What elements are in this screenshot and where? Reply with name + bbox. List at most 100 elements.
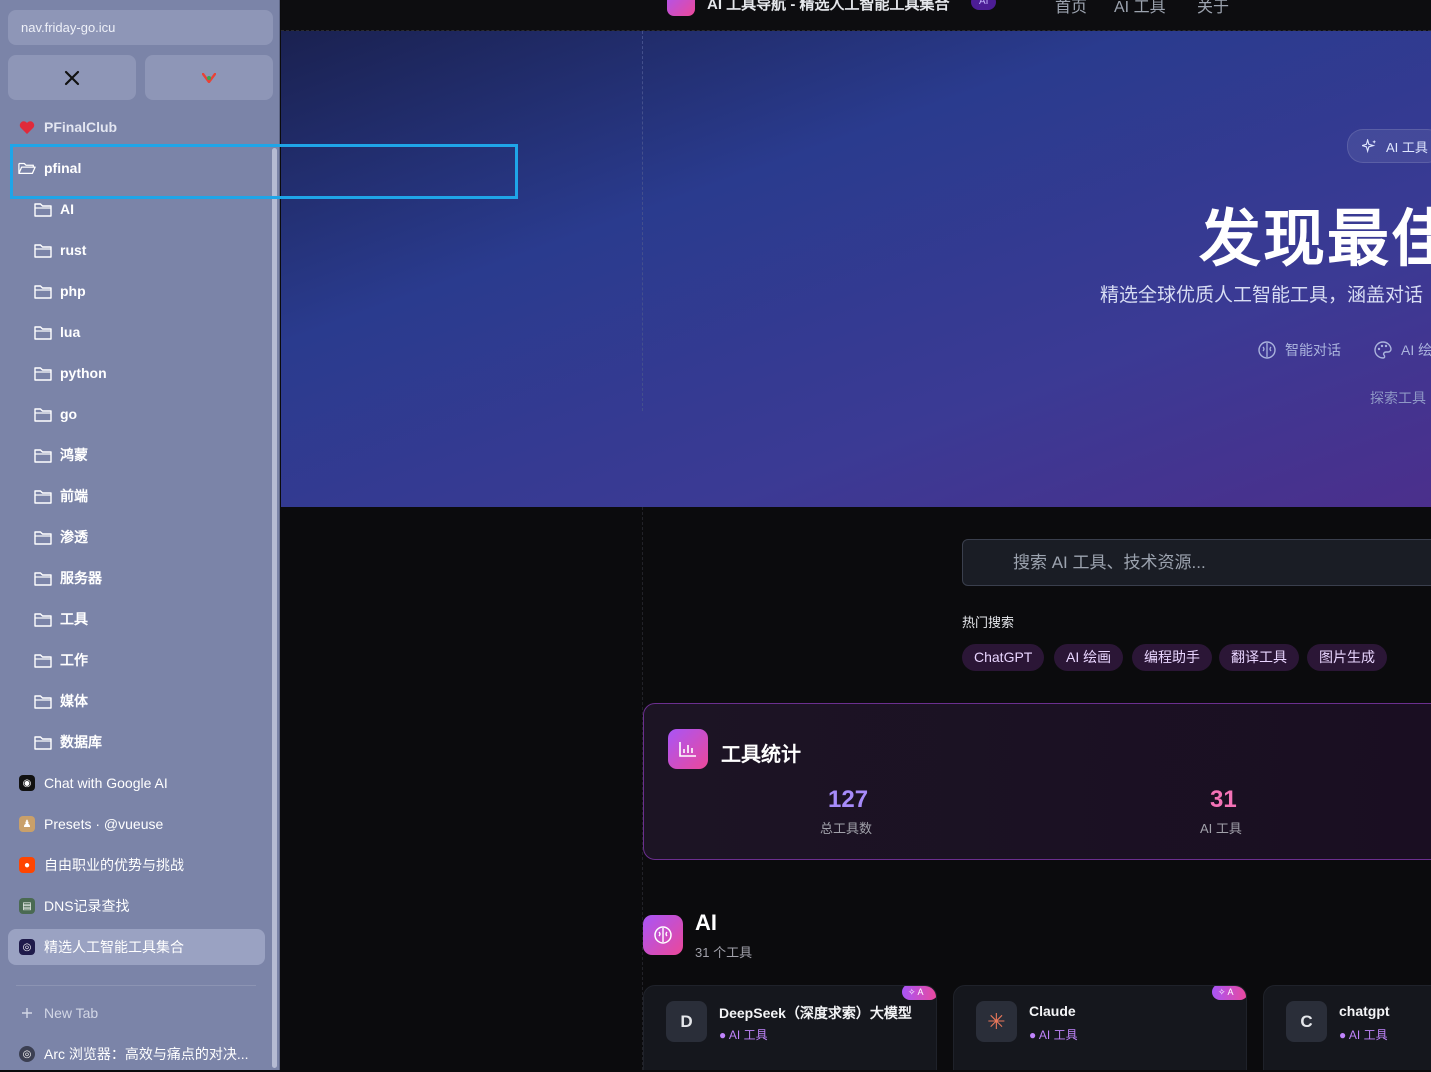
- tool-tag: ● AI 工具: [719, 1028, 768, 1042]
- url-bar[interactable]: nav.friday-go.icu: [8, 10, 273, 45]
- ai-badge: ✧ A: [902, 986, 936, 1000]
- category-count: 31 个工具: [695, 945, 753, 960]
- folder-icon: [34, 569, 52, 587]
- sidebar-subfolder[interactable]: rust: [8, 232, 265, 268]
- hot-search-chip[interactable]: 翻译工具: [1219, 644, 1299, 671]
- tool-card[interactable]: ✧ A D DeepSeek（深度求索）大模型 ● AI 工具: [643, 985, 937, 1070]
- tool-card[interactable]: C chatgpt ● AI 工具: [1263, 985, 1431, 1070]
- sidebar-tab-label: Presets · @vueuse: [44, 816, 164, 832]
- sidebar-subfolder-label: 前端: [60, 488, 88, 504]
- sidebar-tab[interactable]: ♟ Presets · @vueuse: [8, 806, 265, 842]
- search-input[interactable]: 搜索 AI 工具、技术资源...: [962, 539, 1431, 586]
- sidebar-tab-label: Arc 浏览器：高效与痛点的对决...: [44, 1046, 249, 1062]
- explore-tools-button[interactable]: 探索工具: [1370, 388, 1426, 408]
- folder-icon: [34, 446, 52, 464]
- hot-search-chip[interactable]: 图片生成: [1307, 644, 1387, 671]
- dns-icon: ▤: [18, 897, 36, 915]
- tool-avatar: C: [1286, 1001, 1327, 1042]
- hot-search-chip[interactable]: AI 绘画: [1054, 644, 1124, 671]
- sidebar-subfolder[interactable]: php: [8, 273, 265, 309]
- sidebar-tab[interactable]: ◎ 精选人工智能工具集合: [8, 929, 265, 965]
- sidebar-subfolder-label: 渗透: [60, 529, 88, 545]
- sidebar-subfolder[interactable]: go: [8, 396, 265, 432]
- top-navigation: AI 工具导航 - 精选人工智能工具集合 AI 首页 AI 工具 关于: [281, 0, 1431, 31]
- google-ai-icon: ◉: [18, 774, 36, 792]
- folder-icon: [34, 528, 52, 546]
- folder-icon: [34, 323, 52, 341]
- claude-logo-icon: ✳: [976, 1001, 1017, 1042]
- sidebar-subfolder-label: AI: [60, 201, 74, 217]
- new-tab-button[interactable]: New Tab: [8, 995, 265, 1031]
- hero-feature-draw: AI 绘: [1373, 340, 1431, 360]
- hot-search-chip[interactable]: ChatGPT: [962, 644, 1045, 671]
- folder-icon: [34, 651, 52, 669]
- sidebar-subfolder[interactable]: python: [8, 355, 265, 391]
- hero-feature-label: 智能对话: [1285, 342, 1341, 358]
- hero-badge: AI 工具: [1347, 129, 1431, 163]
- nav-link-about[interactable]: 关于: [1197, 0, 1229, 17]
- stats-title: 工具统计: [721, 744, 801, 766]
- category-title: AI: [695, 910, 717, 935]
- sidebar-subfolder[interactable]: 工具: [8, 601, 265, 637]
- folder-icon: [34, 487, 52, 505]
- stat-total-value: 127: [828, 786, 869, 813]
- stat-ai-label: AI 工具: [1200, 821, 1242, 836]
- sidebar-subfolder-label: lua: [60, 324, 81, 340]
- sidebar-subfolder-label: 工具: [60, 611, 88, 627]
- sidebar-subfolder[interactable]: 数据库: [8, 724, 265, 760]
- reddit-icon: ●: [18, 856, 36, 874]
- sidebar-subfolder[interactable]: 前端: [8, 478, 265, 514]
- pinned-tab-google-photos[interactable]: [145, 55, 273, 100]
- sidebar-subfolder-label: php: [60, 283, 86, 299]
- new-tab-label: New Tab: [44, 1005, 99, 1021]
- hero-feature-chat: 智能对话: [1257, 340, 1341, 360]
- folder-icon: [34, 610, 52, 628]
- sidebar-subfolder[interactable]: 媒体: [8, 683, 265, 719]
- sidebar-subfolder-label: 服务器: [60, 570, 102, 586]
- sidebar-subfolder[interactable]: 鸿蒙: [8, 437, 265, 473]
- brand-title[interactable]: AI 工具导航 - 精选人工智能工具集合: [707, 0, 950, 14]
- folder-icon: [34, 405, 52, 423]
- sidebar-tab[interactable]: ▤ DNS记录查找: [8, 888, 265, 924]
- sidebar-tab-label: Chat with Google AI: [44, 775, 168, 791]
- sidebar-subfolder[interactable]: 服务器: [8, 560, 265, 596]
- sidebar-scrollbar[interactable]: [272, 148, 277, 1068]
- sidebar-subfolder-label: 工作: [60, 652, 88, 668]
- nav-link-home[interactable]: 首页: [1055, 0, 1087, 17]
- sidebar-tab-arc[interactable]: ◎ Arc 浏览器：高效与痛点的对决...: [8, 1036, 265, 1072]
- x-icon: [64, 70, 80, 85]
- sidebar-subfolder-label: 数据库: [60, 734, 102, 750]
- hero-feature-label: AI 绘: [1401, 342, 1431, 358]
- folder-icon: [34, 364, 52, 382]
- sidebar-tab[interactable]: ◉ Chat with Google AI: [8, 765, 265, 801]
- google-photos-icon: [202, 72, 216, 83]
- folder-icon: [34, 733, 52, 751]
- sidebar-tab-label: 精选人工智能工具集合: [44, 939, 184, 955]
- nav-link-ai-tools[interactable]: AI 工具: [1114, 0, 1166, 17]
- tool-card[interactable]: ✧ A ✳ Claude ● AI 工具: [953, 985, 1247, 1070]
- sidebar-subfolder[interactable]: 渗透: [8, 519, 265, 555]
- hero-title: 发现最佳: [1199, 205, 1431, 274]
- plus-icon: [18, 1004, 36, 1022]
- sidebar-item-pfinalclub[interactable]: PFinalClub: [8, 109, 265, 145]
- sidebar-subfolder-label: rust: [60, 242, 87, 258]
- tool-tag: ● AI 工具: [1339, 1028, 1388, 1042]
- tool-name: Claude: [1029, 1003, 1076, 1019]
- pinned-tab-x[interactable]: [8, 55, 136, 100]
- sidebar-subfolder[interactable]: 工作: [8, 642, 265, 678]
- ai-badge: ✧ A: [1212, 986, 1246, 1000]
- tool-name: DeepSeek（深度求索）大模型: [719, 1005, 912, 1021]
- hot-search-label: 热门搜索: [962, 615, 1015, 630]
- sparkle-icon: [1362, 138, 1377, 153]
- folder-icon: [34, 692, 52, 710]
- sidebar-tab[interactable]: ● 自由职业的优势与挑战: [8, 847, 265, 883]
- arc-icon: ◎: [18, 1045, 36, 1063]
- brand-logo-icon[interactable]: [667, 0, 695, 16]
- bar-chart-icon: [668, 729, 708, 769]
- ai-nav-icon: ◎: [18, 938, 36, 956]
- hot-search-chip[interactable]: 编程助手: [1132, 644, 1212, 671]
- sidebar-item-label: PFinalClub: [44, 119, 118, 135]
- heart-icon: [18, 118, 36, 136]
- vueuse-icon: ♟: [18, 815, 36, 833]
- sidebar-subfolder[interactable]: lua: [8, 314, 265, 350]
